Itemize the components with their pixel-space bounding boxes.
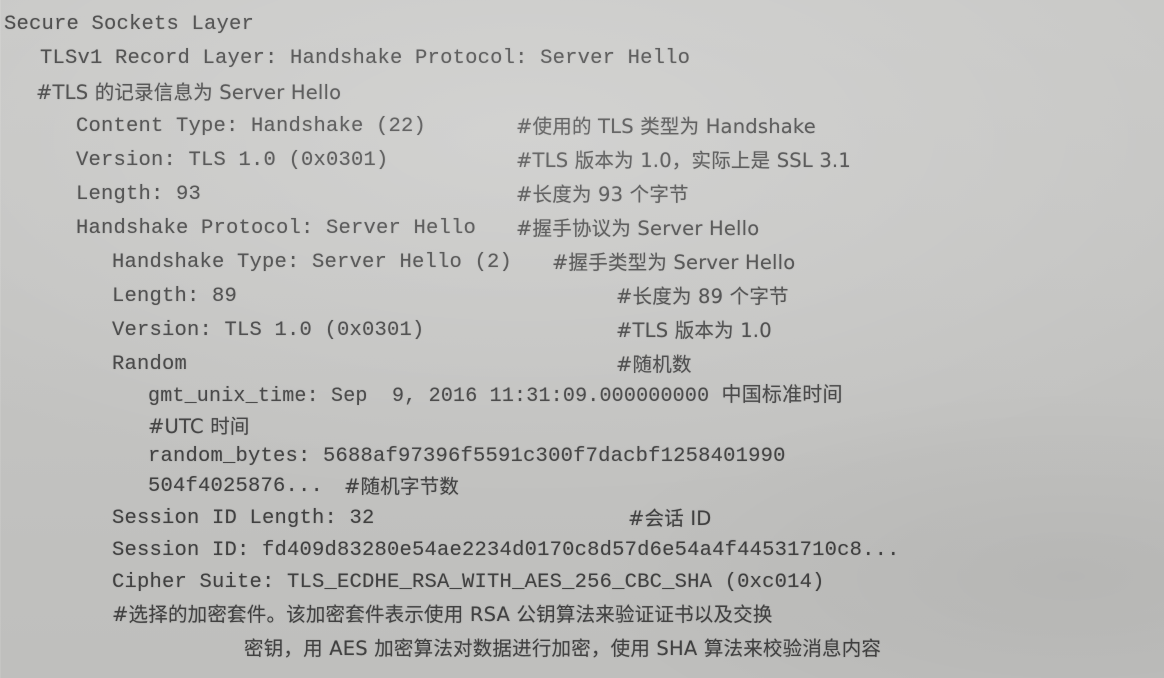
line-comment-handshake-version: #TLS 版本为 1.0 [616, 319, 772, 342]
listing-line: Version: TLS 1.0 (0x0301) #TLS 版本为 1.0 [0, 314, 1164, 348]
line-comment-gmt-unix-time-note: #UTC 时间 [148, 415, 250, 438]
listing-line: TLSv1 Record Layer: Handshake Protocol: … [0, 42, 1164, 76]
listing-line: #UTC 时间 [0, 410, 1164, 444]
line-comment-cipher-suite-2: 密钥，用 AES 加密算法对数据进行加密，使用 SHA 算法来校验消息内容 [244, 637, 882, 660]
listing-line: Length: 89 #长度为 89 个字节 [0, 280, 1164, 314]
line-text-random-bytes-cont: 504f4025876... [148, 475, 324, 498]
listing-line: Content Type: Handshake (22) #使用的 TLS 类型… [0, 110, 1164, 144]
line-comment-content-type: #使用的 TLS 类型为 Handshake [516, 115, 816, 138]
line-text-content-type: Content Type: Handshake (22) [76, 115, 427, 138]
listing-line: gmt_unix_time: Sep 9, 2016 11:31:09.0000… [0, 380, 1164, 414]
line-text-record-length: Length: 93 [76, 183, 202, 206]
line-text-session-id: Session ID: fd409d83280e54ae2234d0170c8d… [112, 539, 900, 562]
listing-line: Session ID Length: 32 #会话 ID [0, 502, 1164, 536]
line-text-handshake-version: Version: TLS 1.0 (0x0301) [112, 319, 425, 342]
line-text-cipher-suite: Cipher Suite: TLS_ECDHE_RSA_WITH_AES_256… [112, 571, 825, 594]
line-comment-record-length: #长度为 93 个字节 [516, 183, 689, 206]
line-text-record-layer: TLSv1 Record Layer: Handshake Protocol: … [40, 47, 691, 70]
listing-line: #TLS 的记录信息为 Server Hello [0, 76, 1164, 110]
listing-line: 504f4025876... #随机字节数 [0, 470, 1164, 504]
line-comment-random: #随机数 [616, 353, 692, 376]
line-text-handshake-type: Handshake Type: Server Hello (2) [112, 251, 513, 274]
line-text-handshake-protocol: Handshake Protocol: Server Hello [76, 217, 477, 240]
line-comment-record-layer-note: #TLS 的记录信息为 Server Hello [36, 81, 342, 104]
line-text-session-id-length: Session ID Length: 32 [112, 507, 375, 530]
line-text-random: Random [112, 353, 188, 376]
line-comment-handshake-length: #长度为 89 个字节 [616, 285, 789, 308]
listing-line: #选择的加密套件。该加密套件表示使用 RSA 公钥算法来验证证书以及交换 [0, 598, 1164, 632]
listing-line: Random #随机数 [0, 348, 1164, 382]
listing-line: Handshake Protocol: Server Hello #握手协议为 … [0, 212, 1164, 246]
listing-line: 密钥，用 AES 加密算法对数据进行加密，使用 SHA 算法来校验消息内容 [0, 632, 1164, 666]
listing-line: Length: 93 #长度为 93 个字节 [0, 178, 1164, 212]
packet-dissection-listing: Secure Sockets Layer TLSv1 Record Layer:… [0, 0, 1164, 678]
listing-line: Cipher Suite: TLS_ECDHE_RSA_WITH_AES_256… [0, 566, 1164, 600]
line-text-gmt-unix-time: gmt_unix_time: Sep 9, 2016 11:31:09.0000… [148, 385, 843, 408]
listing-line: Handshake Type: Server Hello (2) #握手类型为 … [0, 246, 1164, 280]
line-comment-random-bytes: #随机字节数 [344, 475, 460, 498]
listing-line: Session ID: fd409d83280e54ae2234d0170c8d… [0, 534, 1164, 568]
line-text-handshake-length: Length: 89 [112, 285, 238, 308]
scanned-page: Secure Sockets Layer TLSv1 Record Layer:… [0, 0, 1164, 678]
line-comment-cipher-suite-1: #选择的加密套件。该加密套件表示使用 RSA 公钥算法来验证证书以及交换 [112, 603, 773, 626]
line-comment-handshake-protocol: #握手协议为 Server Hello [516, 217, 760, 240]
listing-line: Secure Sockets Layer [0, 8, 1164, 42]
line-text-record-version: Version: TLS 1.0 (0x0301) [76, 149, 389, 172]
line-text-ssl-root: Secure Sockets Layer [4, 13, 255, 36]
line-text-random-bytes: random_bytes: 5688af97396f5591c300f7dacb… [148, 445, 786, 468]
listing-line: random_bytes: 5688af97396f5591c300f7dacb… [0, 440, 1164, 474]
line-comment-session-id-length: #会话 ID [628, 507, 712, 530]
line-comment-record-version: #TLS 版本为 1.0，实际上是 SSL 3.1 [516, 149, 851, 172]
line-comment-handshake-type: #握手类型为 Server Hello [552, 251, 796, 274]
listing-line: Version: TLS 1.0 (0x0301) #TLS 版本为 1.0，实… [0, 144, 1164, 178]
